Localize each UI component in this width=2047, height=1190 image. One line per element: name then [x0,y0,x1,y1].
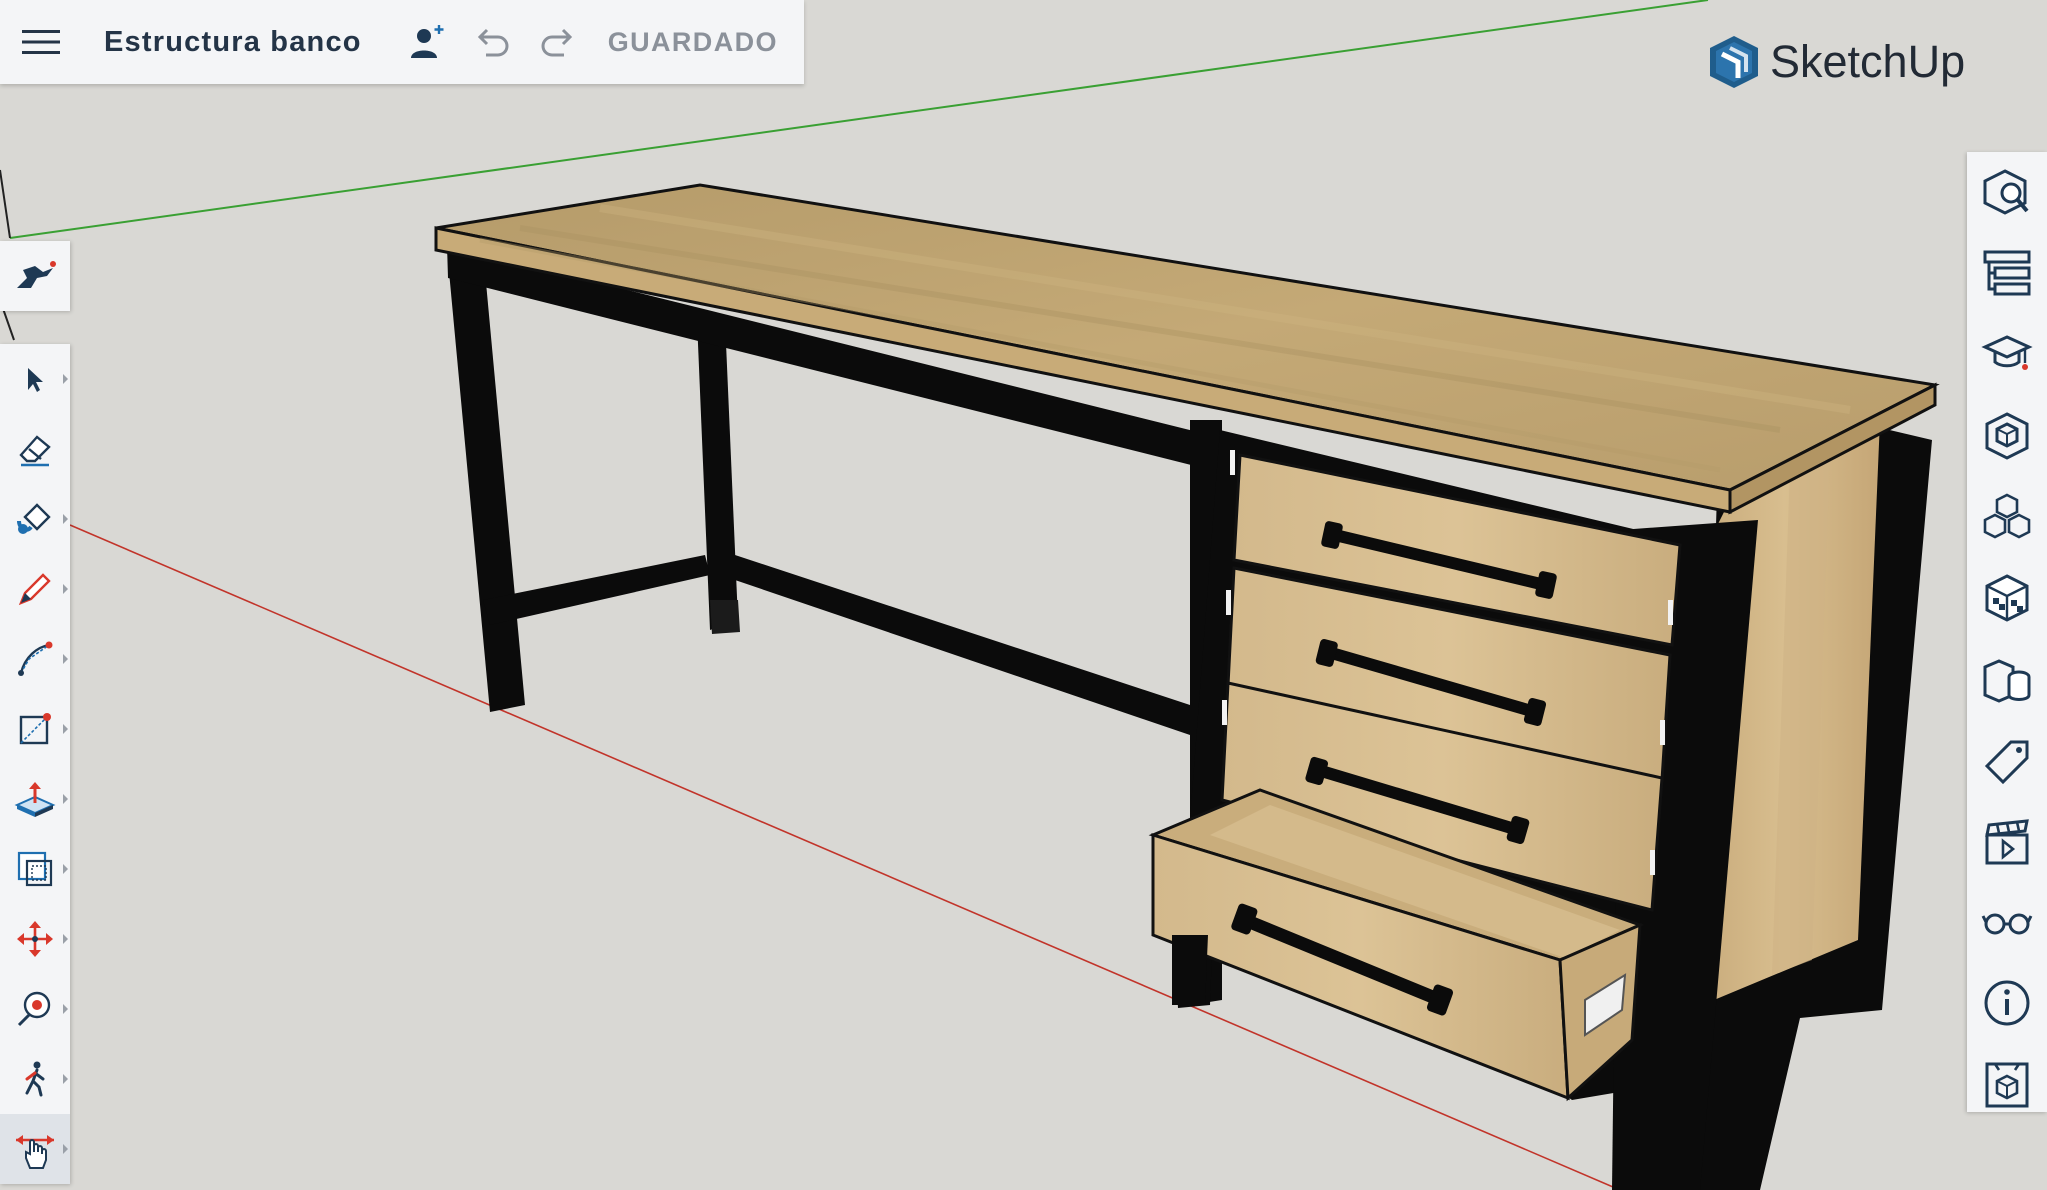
model-title[interactable]: Estructura banco [104,26,362,59]
search-tool-button[interactable] [0,241,70,311]
move-tool[interactable] [0,904,70,974]
tool-caret [63,864,68,874]
brand-name: SketchUp [1770,36,1966,87]
save-status: GUARDADO [607,26,778,57]
tool-caret [63,1004,68,1014]
push-pull-tool[interactable] [0,764,70,834]
package-icon [1985,1062,2029,1107]
eraser-icon [19,435,51,467]
tool-caret [63,374,68,384]
right-panel [1967,152,2047,1112]
tool-caret [63,584,68,594]
select-arrow-icon [28,368,43,392]
tool-caret [63,514,68,524]
entity-info-button[interactable] [1967,152,2047,233]
add-collaborator-button[interactable] [406,20,450,64]
outliner-button[interactable] [1967,233,2047,314]
pan-tool[interactable] [0,1114,70,1184]
sketchup-logo-icon [1710,36,1758,88]
tool-caret [63,1074,68,1084]
undo-icon [477,28,509,57]
cube-magnifier-icon [1983,168,2029,215]
tool-caret [63,654,68,664]
paint-tool[interactable] [0,484,70,554]
component-icon [1985,411,2029,460]
outliner-icon [1983,250,2031,295]
pencil-icon [18,573,51,606]
glasses-icon [1981,913,2033,934]
tape-measure-tool[interactable] [0,974,70,1044]
line-tool[interactable] [0,554,70,624]
material-cube-icon [1985,573,2029,622]
boxes-icon [1983,493,2031,538]
instructor-button[interactable] [1967,314,2047,395]
paint-bucket-icon [17,503,51,534]
walk-tool[interactable] [0,1044,70,1114]
tool-caret [63,724,68,734]
hamburger-menu-button[interactable] [20,21,62,63]
arc-icon [18,641,53,676]
tool-caret [63,794,68,804]
sketchup-logo: SketchUp [1708,34,1965,90]
display-button[interactable] [1967,881,2047,962]
tool-caret [63,1144,68,1154]
offset-icon [17,851,53,887]
tape-measure-icon [17,991,51,1027]
graduation-cap-icon [1981,334,2033,370]
viewport-3d-scene[interactable] [0,0,2047,1190]
3d-warehouse-button[interactable] [1967,476,2047,557]
undo-button[interactable] [472,20,516,64]
info-icon [1984,980,2030,1025]
solid-tools-button[interactable] [1967,638,2047,719]
scenes-button[interactable] [1967,800,2047,881]
clapperboard-icon [1985,818,2029,864]
walk-icon [25,1061,45,1097]
pan-hand-icon [16,1135,54,1169]
left-toolbar [0,344,70,1184]
arc-tool[interactable] [0,624,70,694]
top-bar: Estructura banco GUARDADO [0,0,804,84]
model-info-button[interactable] [1967,1043,2047,1124]
offset-tool[interactable] [0,834,70,904]
materials-button[interactable] [1967,557,2047,638]
solid-shapes-icon [1983,658,2031,703]
redo-icon [541,28,572,57]
info-button[interactable] [1967,962,2047,1043]
components-button[interactable] [1967,395,2047,476]
add-user-icon [410,25,444,58]
tool-caret [63,934,68,944]
eraser-tool[interactable] [0,414,70,484]
rectangle-tool[interactable] [0,694,70,764]
redo-button[interactable] [534,20,578,64]
push-pull-icon [14,782,56,817]
search-tool-icon [17,261,56,288]
select-tool[interactable] [0,344,70,414]
move-icon [17,921,53,957]
hamburger-menu-icon [22,30,60,54]
tags-button[interactable] [1967,719,2047,800]
tag-icon [1984,740,2029,784]
rectangle-icon [19,713,51,745]
